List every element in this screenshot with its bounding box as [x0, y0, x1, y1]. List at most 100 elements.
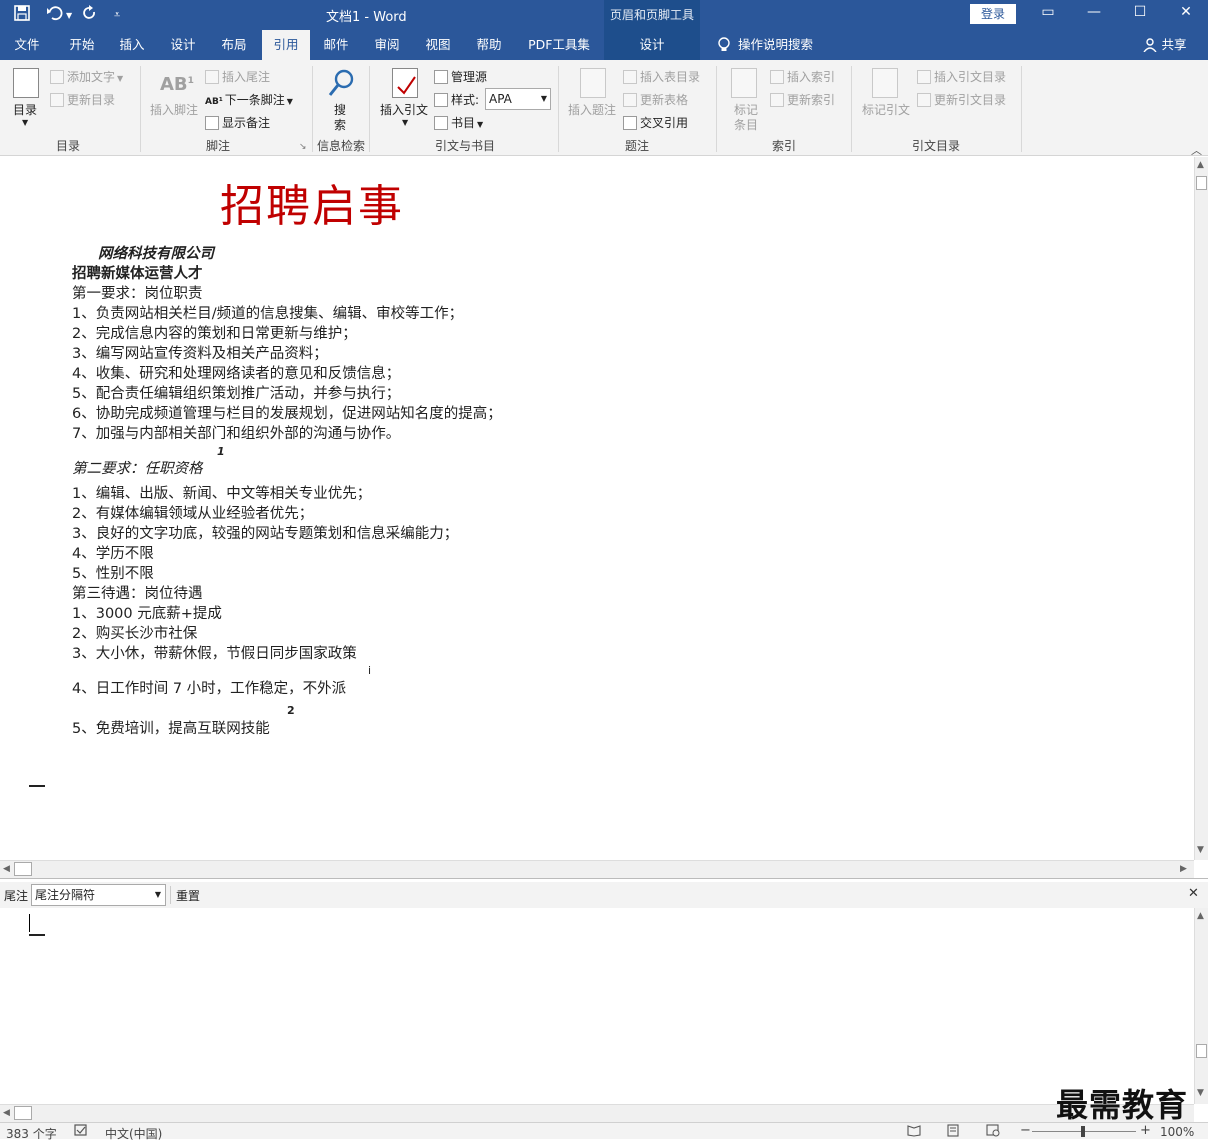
- zoom-in-icon[interactable]: +: [1140, 1123, 1151, 1138]
- maximize-icon[interactable]: ☐: [1128, 4, 1152, 20]
- close-window-icon[interactable]: ✕: [1174, 4, 1198, 20]
- minimize-icon[interactable]: —: [1082, 4, 1106, 20]
- insert-caption-icon: [580, 68, 606, 98]
- text-cursor: [29, 914, 30, 932]
- footnote-reference[interactable]: 1: [217, 445, 225, 458]
- insert-footnote-icon: AB1: [160, 74, 194, 95]
- cross-reference-button[interactable]: 交叉引用: [623, 114, 688, 131]
- undo-dropdown-icon[interactable]: ▼: [66, 11, 72, 20]
- citation-style-select[interactable]: APA ▼: [485, 88, 551, 110]
- scroll-thumb[interactable]: [1196, 1044, 1207, 1058]
- horizontal-scrollbar[interactable]: ◀ ▶: [0, 860, 1194, 878]
- zoom-slider-thumb[interactable]: [1081, 1126, 1085, 1137]
- update-index-button[interactable]: 更新索引: [770, 91, 835, 108]
- tab-header-footer-design[interactable]: 设计: [610, 30, 694, 60]
- document-page[interactable]: 招聘启事 网络科技有限公司 招聘新媒体运营人才 第一要求：岗位职责 1、负责网站…: [0, 157, 1194, 860]
- insert-tof-button[interactable]: 插入表目录: [623, 68, 700, 85]
- notes-vertical-scrollbar[interactable]: ▲ ▼: [1194, 908, 1208, 1104]
- tab-help[interactable]: 帮助: [469, 30, 509, 60]
- group-label-index: 索引: [771, 139, 796, 153]
- word-count[interactable]: 383 个字: [6, 1125, 57, 1142]
- insert-endnote-button[interactable]: 插入尾注: [205, 68, 270, 85]
- insert-citation-button[interactable]: 插入引文: [380, 101, 428, 118]
- update-table-button[interactable]: 更新表格: [623, 91, 688, 108]
- tab-insert[interactable]: 插入: [112, 30, 152, 60]
- insert-footnote-button[interactable]: 插入脚注: [150, 101, 198, 118]
- save-icon[interactable]: [14, 5, 30, 25]
- share-button[interactable]: 共享: [1158, 30, 1190, 60]
- notes-type-select[interactable]: 尾注分隔符 ▼: [31, 884, 166, 906]
- mark-entry-button-line2[interactable]: 条目: [734, 116, 758, 133]
- vertical-scrollbar[interactable]: ▲ ▼: [1194, 157, 1208, 860]
- share-user-icon[interactable]: [1140, 30, 1160, 60]
- footnote-reference[interactable]: 2: [287, 704, 295, 717]
- tab-mailings[interactable]: 邮件: [316, 30, 356, 60]
- web-layout-icon[interactable]: [986, 1124, 1000, 1140]
- hscroll-thumb[interactable]: [14, 1106, 32, 1120]
- notes-horizontal-scrollbar[interactable]: ◀: [0, 1104, 1194, 1122]
- update-toa-button[interactable]: 更新引文目录: [917, 91, 1006, 108]
- login-button[interactable]: 登录: [970, 4, 1016, 24]
- show-notes-button[interactable]: 显示备注: [205, 114, 270, 131]
- tab-view[interactable]: 视图: [418, 30, 458, 60]
- tab-design[interactable]: 设计: [163, 30, 203, 60]
- list-item: 2、购买长沙市社保: [72, 626, 198, 642]
- zoom-out-icon[interactable]: −: [1020, 1123, 1031, 1138]
- scroll-thumb[interactable]: [1196, 176, 1207, 190]
- reset-button[interactable]: 重置: [176, 887, 200, 904]
- undo-icon[interactable]: [46, 5, 64, 25]
- ribbon-display-options-icon[interactable]: ▭: [1036, 4, 1060, 20]
- tab-references[interactable]: 引用: [262, 30, 310, 60]
- zoom-level[interactable]: 100%: [1160, 1125, 1194, 1139]
- insert-index-button[interactable]: 插入索引: [770, 68, 835, 85]
- insert-toa-button[interactable]: 插入引文目录: [917, 68, 1006, 85]
- manage-sources-button[interactable]: 管理源: [434, 68, 487, 85]
- add-text-icon: [50, 70, 64, 84]
- language-indicator[interactable]: 中文(中国): [105, 1125, 162, 1142]
- mark-citation-button[interactable]: 标记引文: [862, 101, 910, 118]
- print-layout-icon[interactable]: [946, 1124, 960, 1140]
- customize-qat-icon[interactable]: ⩡: [114, 8, 120, 22]
- next-footnote-button[interactable]: AB¹ 下一条脚注 ▼: [205, 91, 293, 108]
- redo-icon[interactable]: [82, 5, 98, 25]
- scroll-right-icon[interactable]: ▶: [1180, 864, 1187, 874]
- tab-home[interactable]: 开始: [62, 30, 102, 60]
- tab-file[interactable]: 文件: [8, 30, 46, 60]
- proofing-icon[interactable]: [74, 1124, 88, 1140]
- tab-pdf-tools[interactable]: PDF工具集: [522, 30, 596, 60]
- toc-dropdown-icon[interactable]: ▼: [22, 118, 28, 127]
- endnote-reference[interactable]: i: [368, 664, 371, 677]
- tell-me-search[interactable]: 操作说明搜索: [738, 30, 818, 60]
- document-heading: 招聘启事: [220, 181, 404, 232]
- close-icon[interactable]: ✕: [1188, 886, 1199, 901]
- company-name: 网络科技有限公司: [98, 246, 214, 262]
- scroll-down-icon[interactable]: ▼: [1197, 1088, 1204, 1098]
- update-toc-button[interactable]: 更新目录: [50, 91, 115, 108]
- tab-layout[interactable]: 布局: [214, 30, 254, 60]
- notes-type-value: 尾注分隔符: [35, 888, 96, 902]
- group-separator: [369, 66, 370, 152]
- insert-tof-label: 插入表目录: [640, 70, 701, 84]
- scroll-down-icon[interactable]: ▼: [1197, 845, 1204, 855]
- style-icon: [434, 93, 448, 107]
- read-mode-icon[interactable]: [907, 1124, 921, 1140]
- add-text-button[interactable]: 添加文字 ▼: [50, 68, 123, 85]
- update-toc-label: 更新目录: [67, 93, 116, 107]
- tab-review[interactable]: 审阅: [367, 30, 407, 60]
- insert-caption-button[interactable]: 插入题注: [568, 101, 616, 118]
- bibliography-button[interactable]: 书目 ▼: [434, 114, 483, 131]
- scroll-left-icon[interactable]: ◀: [3, 864, 10, 874]
- group-label-toa: 引文目录: [911, 139, 960, 153]
- collapse-ribbon-icon[interactable]: ︿: [1191, 142, 1202, 158]
- insert-tof-icon: [623, 70, 637, 84]
- notes-pane[interactable]: [0, 908, 1194, 1104]
- scroll-left-icon[interactable]: ◀: [3, 1108, 10, 1118]
- toc-button[interactable]: 目录: [13, 101, 37, 118]
- footnote-dialog-launcher-icon[interactable]: ↘: [299, 142, 307, 152]
- scroll-up-icon[interactable]: ▲: [1197, 911, 1204, 921]
- insert-endnote-label: 插入尾注: [222, 70, 271, 84]
- search-button-line2[interactable]: 索: [334, 116, 346, 133]
- insert-citation-dropdown-icon[interactable]: ▼: [402, 118, 408, 127]
- hscroll-thumb[interactable]: [14, 862, 32, 876]
- scroll-up-icon[interactable]: ▲: [1197, 160, 1204, 170]
